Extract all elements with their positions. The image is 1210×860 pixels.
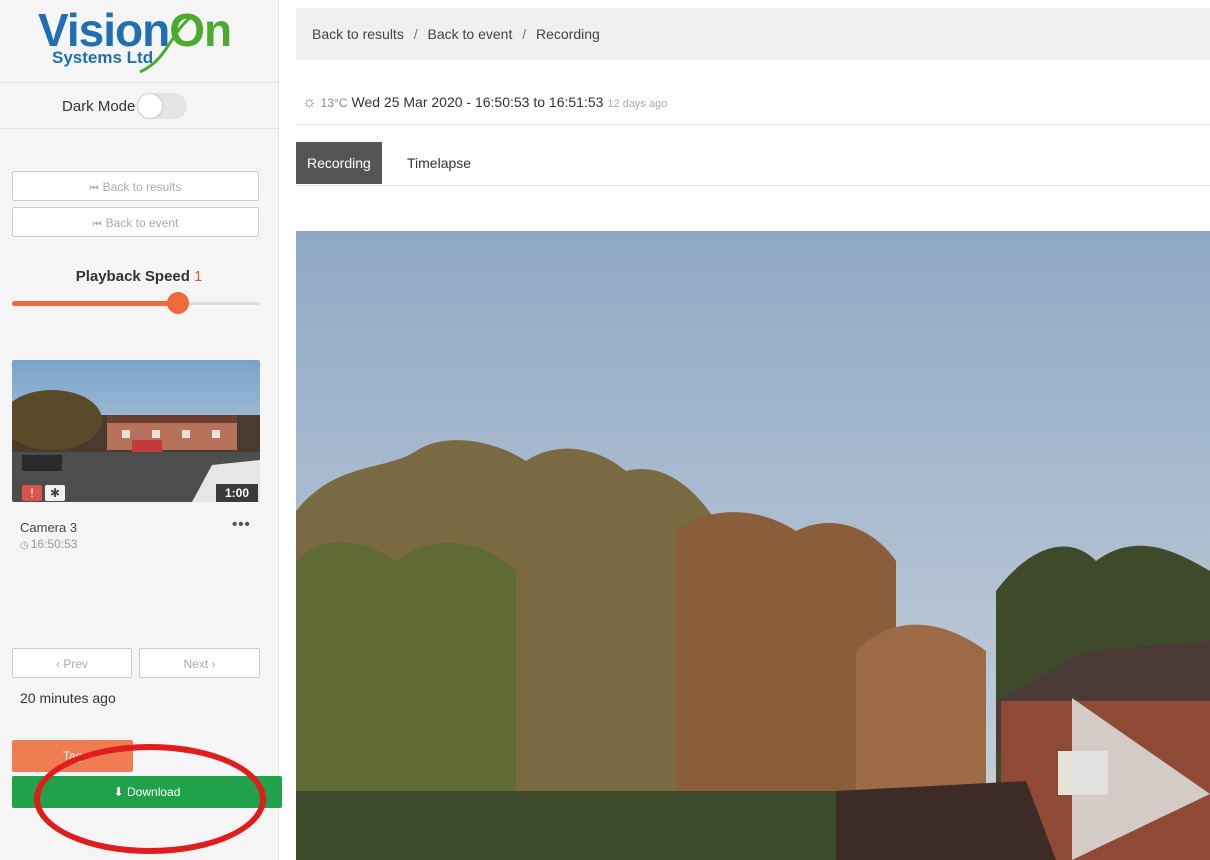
- breadcrumb-current: Recording: [536, 26, 600, 42]
- playback-speed-title: Playback Speed 1: [0, 268, 278, 285]
- dark-mode-label: Dark Mode: [62, 98, 136, 115]
- skip-back-icon: ⏮: [92, 219, 102, 230]
- sun-icon: ☼: [302, 94, 317, 111]
- clock-icon: ◷: [20, 540, 29, 551]
- recording-info: ☼ 13°C Wed 25 Mar 2020 - 16:50:53 to 16:51…: [296, 80, 1210, 125]
- temperature: 13°C: [320, 96, 348, 110]
- snowflake-icon: ✱: [45, 485, 65, 501]
- clip-thumbnail[interactable]: [12, 360, 260, 502]
- chevron-right-icon: ›: [211, 657, 216, 671]
- clip-duration: 1:00: [216, 484, 258, 502]
- next-label: Next: [183, 657, 209, 671]
- tab-recording[interactable]: Recording: [296, 142, 382, 184]
- download-button[interactable]: ⬇ Download: [12, 776, 282, 808]
- tag-label: Tag: [62, 749, 83, 763]
- camera-name: Camera 3: [20, 520, 78, 535]
- breadcrumb: Back to results / Back to event / Record…: [296, 8, 1210, 60]
- clip-time-value: 16:50:53: [30, 537, 78, 551]
- recording-datetime: Wed 25 Mar 2020 - 16:50:53 to 16:51:53: [351, 94, 604, 110]
- download-icon: ⬇: [113, 785, 124, 799]
- back-to-event-button[interactable]: ⏮ Back to event: [12, 207, 259, 237]
- play-icon[interactable]: [1072, 698, 1210, 860]
- tag-button[interactable]: Tag: [12, 740, 133, 772]
- breadcrumb-separator: /: [522, 26, 527, 42]
- sidebar: VisionOn Systems Ltd Dark Mode ⏮ Back to …: [0, 0, 282, 860]
- breadcrumb-back-to-event[interactable]: Back to event: [428, 8, 513, 60]
- more-options-icon[interactable]: •••: [232, 516, 251, 533]
- thumbnail-image: [12, 360, 260, 502]
- tab-timelapse[interactable]: Timelapse: [396, 142, 482, 184]
- playback-speed-label: Playback Speed: [75, 268, 190, 285]
- dark-mode-toggle[interactable]: [137, 93, 187, 119]
- prev-label: Prev: [63, 657, 89, 671]
- relative-time: 20 minutes ago: [20, 690, 116, 706]
- view-tabs: Recording Timelapse: [296, 142, 1210, 186]
- brand-logo[interactable]: VisionOn Systems Ltd: [0, 0, 278, 83]
- motion-alert-icon: !: [22, 485, 42, 501]
- download-label: Download: [127, 785, 181, 799]
- clip-time: ◷ 16:50:53: [20, 537, 77, 551]
- breadcrumb-back-to-results[interactable]: Back to results: [312, 8, 404, 60]
- chevron-left-icon: ‹: [55, 657, 60, 671]
- skip-back-double-icon: ⏮: [89, 183, 99, 194]
- back-to-event-label: Back to event: [105, 216, 179, 230]
- prev-button[interactable]: ‹ Prev: [12, 648, 132, 678]
- clip-badges: ! ✱: [22, 484, 68, 502]
- next-button[interactable]: Next ›: [139, 648, 260, 678]
- playback-speed-value: 1: [193, 268, 203, 285]
- breadcrumb-separator: /: [413, 26, 418, 42]
- back-to-results-button[interactable]: ⏮ Back to results: [12, 171, 259, 201]
- toggle-knob: [138, 94, 162, 118]
- playback-speed-slider[interactable]: [12, 292, 260, 314]
- logo-subtitle: Systems Ltd: [52, 48, 154, 67]
- slider-handle[interactable]: [167, 292, 190, 314]
- recording-age: 12 days ago: [607, 98, 668, 110]
- back-to-results-label: Back to results: [102, 180, 182, 194]
- slider-fill: [12, 301, 179, 306]
